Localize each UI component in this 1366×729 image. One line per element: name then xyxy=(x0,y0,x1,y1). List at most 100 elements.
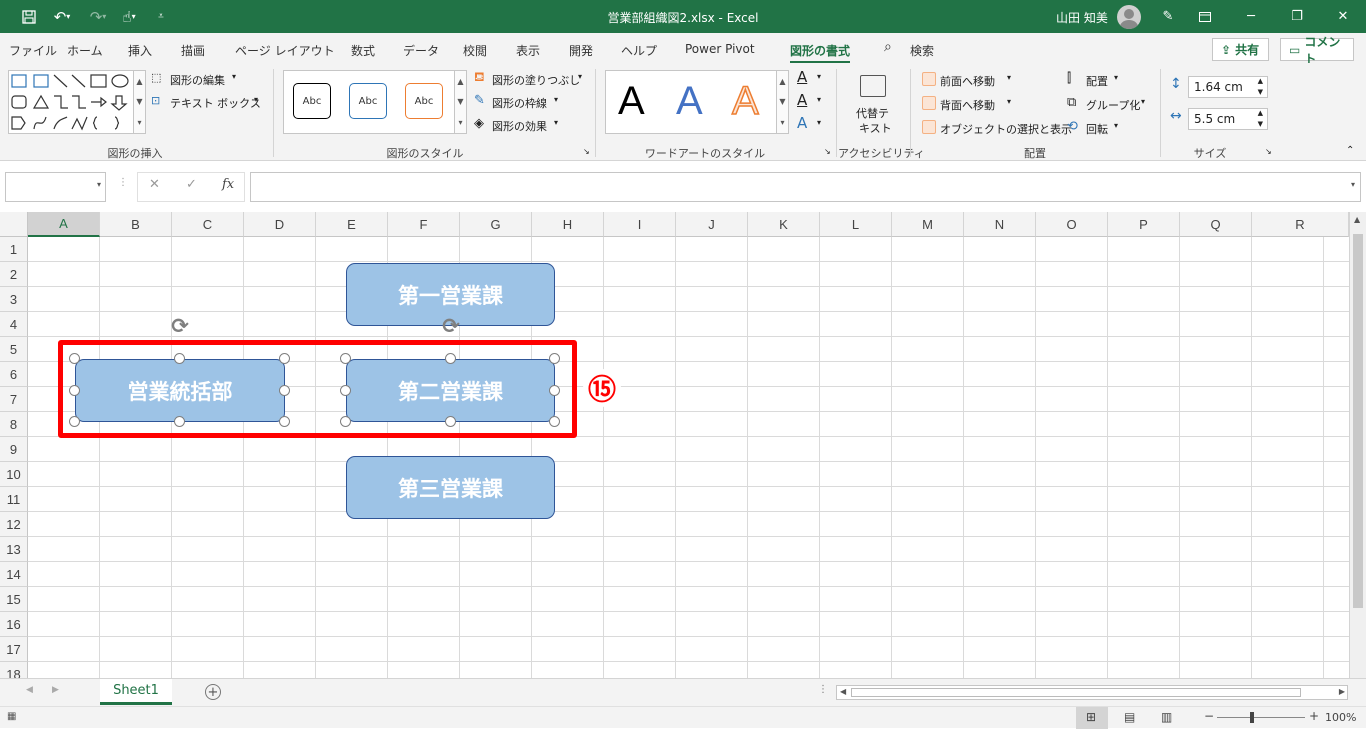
rotate-handle-icon[interactable]: ⟳ xyxy=(439,314,463,338)
row-header[interactable]: 13 xyxy=(0,537,28,562)
zoom-out-icon[interactable]: − xyxy=(1204,709,1214,723)
tab-home[interactable]: ホーム xyxy=(67,42,103,59)
text-box-button[interactable]: テキスト ボックス xyxy=(170,95,261,111)
row-header[interactable]: 9 xyxy=(0,437,28,462)
insert-function-icon[interactable]: fx xyxy=(222,177,234,192)
column-header[interactable]: A xyxy=(28,212,100,237)
row-header[interactable]: 11 xyxy=(0,487,28,512)
chevron-down-icon[interactable]: ▾ xyxy=(578,72,582,81)
chevron-down-icon[interactable]: ▾ xyxy=(1007,73,1011,82)
row-header[interactable]: 5 xyxy=(0,337,28,362)
scroll-left-icon[interactable]: ◀ xyxy=(840,687,846,696)
formula-input[interactable]: ▾ xyxy=(250,172,1361,202)
zoom-slider-thumb[interactable] xyxy=(1250,712,1254,723)
shape-outline-button[interactable]: 図形の枠線 xyxy=(492,95,547,111)
row-header[interactable]: 2 xyxy=(0,262,28,287)
style-gallery-scroll[interactable]: ▲ ▼ ▾ xyxy=(454,71,466,133)
tab-developer[interactable]: 開発 xyxy=(569,42,593,59)
sheet-tab-sheet1[interactable]: Sheet1 xyxy=(100,679,172,705)
dialog-launcher-icon[interactable]: ↘ xyxy=(1265,147,1272,156)
tab-shape-format[interactable]: 図形の書式 xyxy=(790,42,851,64)
column-header[interactable]: P xyxy=(1108,212,1180,237)
chevron-down-icon[interactable]: ▾ xyxy=(1007,97,1011,106)
row-header[interactable]: 6 xyxy=(0,362,28,387)
row-header[interactable]: 1 xyxy=(0,237,28,262)
cancel-icon[interactable]: ✕ xyxy=(149,177,160,192)
spinner-icon[interactable]: ▲ ▼ xyxy=(1258,76,1263,98)
chevron-down-icon[interactable]: ▾ xyxy=(97,180,101,189)
bring-forward-button[interactable]: 前面へ移動 xyxy=(940,73,995,89)
chevron-down-icon[interactable]: ▾ xyxy=(1141,97,1145,106)
zoom-in-icon[interactable]: + xyxy=(1309,709,1319,723)
worksheet-grid[interactable]: ABCDEFGHIJKLMNOPQR 1 2 3 4 5 6 7 8 9 10 11 12 13 14 15… xyxy=(0,212,1366,678)
chevron-down-icon[interactable]: ▾ xyxy=(817,118,821,127)
shape-gallery[interactable]: ▲ ▼ ▾ xyxy=(8,70,146,134)
normal-view-button[interactable]: ⊞ xyxy=(1076,707,1108,729)
row-header[interactable]: 16 xyxy=(0,612,28,637)
shape-dept3[interactable]: 第三営業課 xyxy=(346,456,555,519)
page-layout-icon[interactable]: ▤ xyxy=(1124,710,1135,724)
row-header[interactable]: 18 xyxy=(0,662,28,678)
alt-text-button-line1[interactable]: 代替テ xyxy=(856,105,889,121)
dialog-launcher-icon[interactable]: ↘ xyxy=(824,147,831,156)
column-header[interactable]: N xyxy=(964,212,1036,237)
wordart-gallery[interactable]: A A A ▲ ▼ ▾ xyxy=(605,70,789,134)
chevron-down-icon[interactable]: ▾ xyxy=(817,95,821,104)
column-header[interactable]: I xyxy=(604,212,676,237)
column-header[interactable]: C xyxy=(172,212,244,237)
text-effects-icon[interactable]: A xyxy=(797,114,807,132)
comment-button[interactable]: ▭ コメント xyxy=(1280,35,1354,66)
next-sheet-icon[interactable]: ▶ xyxy=(52,685,59,695)
chevron-down-icon[interactable]: ▾ xyxy=(254,95,258,104)
dialog-launcher-icon[interactable]: ↘ xyxy=(583,147,590,156)
tab-help[interactable]: ヘルプ xyxy=(621,42,657,59)
style-orange[interactable]: Abc xyxy=(405,83,443,119)
search-icon[interactable]: ⌕ xyxy=(884,39,892,55)
share-button[interactable]: ⇪ 共有 xyxy=(1212,38,1269,61)
expand-formula-icon[interactable]: ▾ xyxy=(1351,180,1355,189)
column-header[interactable]: O xyxy=(1036,212,1108,237)
chevron-down-icon[interactable]: ▾ xyxy=(817,72,821,81)
column-header[interactable]: F xyxy=(388,212,460,237)
shape-gallery-scroll[interactable]: ▲ ▼ ▾ xyxy=(133,71,145,133)
user-name[interactable]: 山田 知美 xyxy=(1056,9,1108,26)
style-black[interactable]: Abc xyxy=(293,83,331,119)
column-header[interactable]: R xyxy=(1252,212,1349,237)
edit-shape-button[interactable]: 図形の編集 xyxy=(170,72,225,88)
vertical-scroll-thumb[interactable] xyxy=(1353,234,1363,608)
row-header[interactable]: 4 xyxy=(0,312,28,337)
shape-fill-button[interactable]: 図形の塗りつぶし xyxy=(492,72,580,88)
ribbon-display-icon[interactable] xyxy=(1182,0,1228,33)
wordart-black[interactable]: A xyxy=(618,79,645,124)
shape-height-input[interactable]: 1.64 cm ▲ ▼ xyxy=(1188,76,1268,98)
tab-search[interactable]: 検索 xyxy=(910,42,934,59)
row-header[interactable]: 8 xyxy=(0,412,28,437)
scroll-up-icon[interactable]: ▲ xyxy=(1354,215,1360,224)
split-handle-icon[interactable]: ⋮ xyxy=(818,684,828,695)
chevron-down-icon[interactable]: ▾ xyxy=(232,72,236,81)
shape-width-input[interactable]: 5.5 cm ▲ ▼ xyxy=(1188,108,1268,130)
spinner-icon[interactable]: ▲ ▼ xyxy=(1258,108,1263,130)
row-header[interactable]: 12 xyxy=(0,512,28,537)
shape-style-gallery[interactable]: Abc Abc Abc ▲ ▼ ▾ xyxy=(283,70,467,134)
prev-sheet-icon[interactable]: ◀ xyxy=(26,685,33,695)
chevron-down-icon[interactable]: ▾ xyxy=(554,95,558,104)
zoom-level[interactable]: 100% xyxy=(1325,711,1356,724)
row-header[interactable]: 3 xyxy=(0,287,28,312)
tab-draw[interactable]: 描画 xyxy=(181,42,205,59)
column-header[interactable]: L xyxy=(820,212,892,237)
tab-file[interactable]: ファイル xyxy=(9,42,57,59)
group-button[interactable]: グループ化 xyxy=(1086,97,1140,113)
tab-review[interactable]: 校閲 xyxy=(463,42,487,59)
alt-text-button-line2[interactable]: キスト xyxy=(859,120,892,136)
tab-insert[interactable]: 挿入 xyxy=(128,42,152,59)
minimize-icon[interactable]: ─ xyxy=(1228,0,1274,33)
column-header[interactable]: M xyxy=(892,212,964,237)
wordart-blue[interactable]: A xyxy=(676,79,703,124)
column-header[interactable]: J xyxy=(676,212,748,237)
style-blue[interactable]: Abc xyxy=(349,83,387,119)
name-box[interactable]: ▾ xyxy=(5,172,106,202)
scroll-right-icon[interactable]: ▶ xyxy=(1339,687,1345,696)
row-header[interactable]: 14 xyxy=(0,562,28,587)
add-sheet-icon[interactable]: + xyxy=(205,684,221,700)
